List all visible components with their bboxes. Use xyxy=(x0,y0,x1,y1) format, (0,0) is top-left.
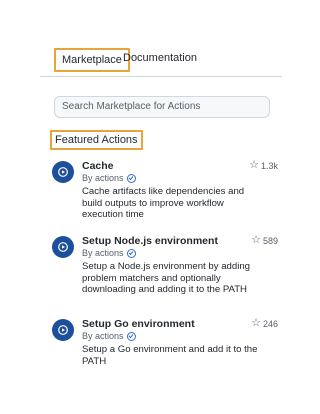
tab-documentation[interactable]: Documentation xyxy=(119,48,201,68)
action-title[interactable]: Setup Go environment xyxy=(82,318,195,330)
author-label: By actions xyxy=(82,173,124,183)
star-count[interactable]: ☆ 246 xyxy=(251,318,278,329)
author-label: By actions xyxy=(82,331,124,341)
marketplace-panel: Marketplace Documentation Search Marketp… xyxy=(40,40,282,367)
action-description: Setup a Go environment and add it to the… xyxy=(82,344,258,367)
tab-bar: Marketplace Documentation xyxy=(40,40,282,77)
play-icon xyxy=(52,319,74,341)
play-icon xyxy=(52,236,74,258)
verified-check-icon xyxy=(126,173,136,183)
star-icon: ☆ xyxy=(251,317,261,329)
action-author: By actions xyxy=(82,173,136,183)
author-label: By actions xyxy=(82,248,124,258)
verified-check-icon xyxy=(126,248,136,258)
action-title[interactable]: Cache xyxy=(82,160,114,172)
action-title[interactable]: Setup Node.js environment xyxy=(82,235,218,247)
featured-actions-heading: Featured Actions xyxy=(50,130,143,150)
action-author: By actions xyxy=(82,248,136,258)
action-author: By actions xyxy=(82,331,136,341)
star-icon: ☆ xyxy=(249,159,259,171)
star-count-value: 246 xyxy=(262,318,278,329)
star-count[interactable]: ☆ 1.3k xyxy=(249,160,278,171)
play-icon xyxy=(52,161,74,183)
star-icon: ☆ xyxy=(251,234,261,246)
search-input[interactable]: Search Marketplace for Actions xyxy=(54,96,270,118)
verified-check-icon xyxy=(126,331,136,341)
star-count-value: 1.3k xyxy=(260,160,278,171)
action-description: Setup a Node.js environment by adding pr… xyxy=(82,261,250,295)
star-count-value: 589 xyxy=(262,235,278,246)
action-description: Cache artifacts like dependencies and bu… xyxy=(82,186,245,220)
star-count[interactable]: ☆ 589 xyxy=(251,235,278,246)
